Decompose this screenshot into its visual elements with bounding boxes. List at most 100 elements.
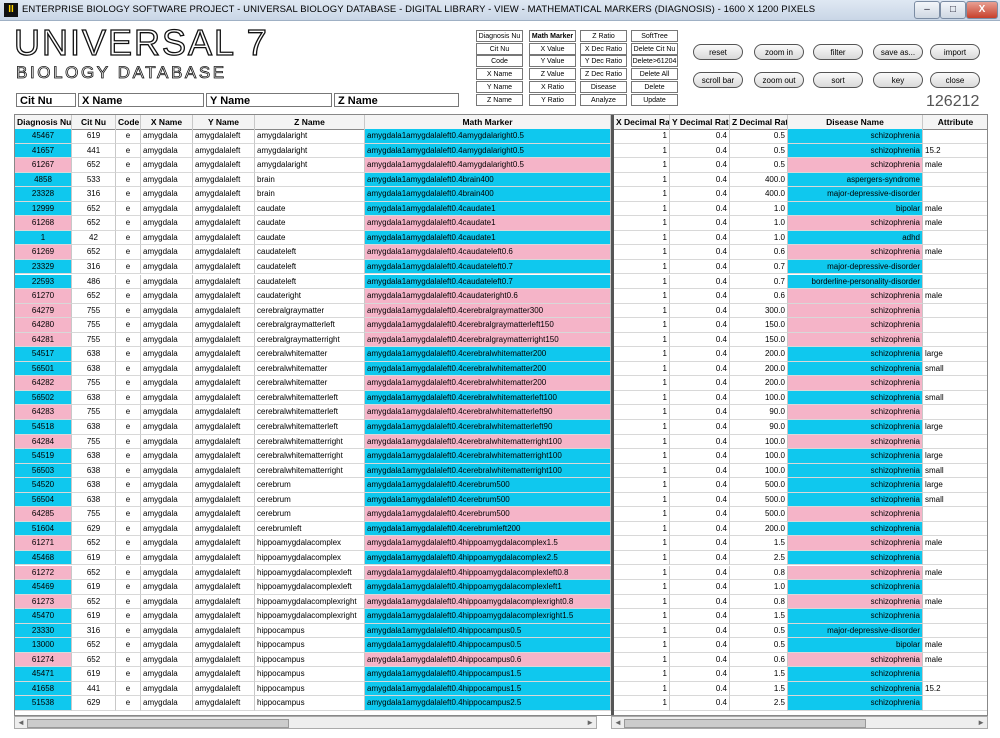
button-y-name[interactable]: Y Name [476,80,523,93]
y-name-cell[interactable]: amygdalaleft [193,230,255,246]
z-name-cell[interactable]: hippocampus [255,681,365,697]
x-decimal-ratio-cell[interactable]: 1 [614,449,670,464]
attribute-cell[interactable]: small [923,391,987,406]
z-name-cell[interactable]: hippocampus [255,652,365,668]
y-name-cell[interactable]: amygdalaleft [193,609,255,624]
z-decimal-ratio-cell[interactable]: 90.0 [730,405,788,420]
table-row[interactable]: 64283 755 e amygdala amygdalaleft cerebralwhi… [15,405,987,420]
table-row[interactable]: 64282 755 e amygdala amygdalaleft cerebralwhi… [15,376,987,391]
disease-name-cell[interactable]: schizophrenia [788,318,923,333]
table-row[interactable]: 64280 755 e amygdala amygdalaleft cerebralgra… [15,318,987,333]
cit-nu-cell[interactable]: 652 [72,536,116,551]
y-name-cell[interactable]: amygdalaleft [193,434,255,450]
code-cell[interactable]: e [116,652,141,668]
table-row[interactable]: 51538 629 e amygdala amygdalaleft hippocampus… [15,696,987,711]
attribute-cell[interactable]: male [923,289,987,304]
diagnosis-nu-cell[interactable]: 12999 [15,201,72,217]
code-cell[interactable]: e [116,172,141,188]
cit-nu-cell[interactable]: 638 [72,478,116,493]
y-decimal-ratio-cell[interactable]: 0.4 [670,580,730,595]
math-marker-cell[interactable]: amygdala1amygdalaleft0.4hippoamygdalacom… [365,550,611,566]
button-cit-nu[interactable]: Cit Nu [476,42,523,55]
cit-nu-cell[interactable]: 652 [72,158,116,173]
y-name-cell[interactable]: amygdalaleft [193,667,255,682]
z-name-cell[interactable]: cerebralwhitematterright [255,434,365,450]
math-marker-cell[interactable]: amygdala1amygdalaleft0.4caudate1 [365,230,611,246]
y-decimal-ratio-cell[interactable]: 0.4 [670,478,730,493]
button-analyze[interactable]: Analyze [580,93,627,106]
table-row[interactable]: 23330 316 e amygdala amygdalaleft hippocampus… [15,623,987,639]
diagnosis-nu-cell[interactable]: 61269 [15,245,72,260]
cit-nu-cell[interactable]: 755 [72,318,116,333]
table-row[interactable]: 41657 441 e amygdala amygdalaleft amygdalarig… [15,143,987,159]
math-marker-cell[interactable]: amygdala1amygdalaleft0.4cerebralgraymatt… [365,332,611,348]
attribute-cell[interactable]: male [923,566,987,580]
x-decimal-ratio-cell[interactable]: 1 [614,492,670,508]
diagnosis-nu-cell[interactable]: 64280 [15,318,72,333]
scroll-left-arrow-icon-2[interactable]: ◄ [614,717,622,728]
code-cell[interactable]: e [116,594,141,610]
y-name-cell[interactable]: amygdalaleft [193,696,255,711]
x-name-cell[interactable]: amygdala [141,259,193,275]
y-decimal-ratio-cell[interactable]: 0.4 [670,405,730,420]
table-row[interactable]: 61267 652 e amygdala amygdalaleft amygdalarig… [15,158,987,173]
y-name-cell[interactable]: amygdalaleft [193,405,255,420]
x-decimal-ratio-cell[interactable]: 1 [614,172,670,188]
diagnosis-nu-cell[interactable]: 45471 [15,667,72,682]
attribute-cell[interactable] [923,435,987,450]
x-name-cell[interactable]: amygdala [141,696,193,711]
header-code[interactable]: Code [116,115,141,130]
disease-name-cell[interactable]: schizophrenia [788,332,923,348]
x-name-cell[interactable]: amygdala [141,521,193,537]
z-name-cell[interactable]: caudateleft [255,245,365,260]
table-row[interactable]: 61274 652 e amygdala amygdalaleft hippocampus… [15,652,987,668]
attribute-cell[interactable] [923,667,987,682]
disease-name-cell[interactable]: major-depressive-disorder [788,623,923,639]
y-decimal-ratio-cell[interactable]: 0.4 [670,129,730,144]
y-decimal-ratio-cell[interactable]: 0.4 [670,507,730,522]
disease-name-cell[interactable]: schizophrenia [788,158,923,173]
cit-nu-cell[interactable]: 652 [72,245,116,260]
disease-name-cell[interactable]: schizophrenia [788,565,923,580]
y-name-cell[interactable]: amygdalaleft [193,463,255,479]
math-marker-cell[interactable]: amygdala1amygdalaleft0.4cerebralwhitemat… [365,390,611,406]
z-decimal-ratio-cell[interactable]: 0.5 [730,129,788,144]
code-cell[interactable]: e [116,230,141,246]
x-decimal-ratio-cell[interactable]: 1 [614,507,670,522]
diagnosis-nu-cell[interactable]: 4858 [15,172,72,188]
diagnosis-nu-cell[interactable]: 64284 [15,434,72,450]
x-decimal-ratio-cell[interactable]: 1 [614,594,670,610]
math-marker-cell[interactable]: amygdala1amygdalaleft0.4cerebrumleft200 [365,521,611,537]
z-decimal-ratio-cell[interactable]: 150.0 [730,332,788,348]
y-name-cell[interactable]: amygdalaleft [193,420,255,435]
z-decimal-ratio-cell[interactable]: 500.0 [730,478,788,493]
attribute-cell[interactable]: male [923,158,987,173]
attribute-cell[interactable]: male [923,595,987,610]
diagnosis-nu-cell[interactable]: 41657 [15,143,72,159]
cit-nu-cell[interactable]: 652 [72,652,116,668]
table-row[interactable]: 12999 652 e amygdala amygdalaleft caudate amyg… [15,201,987,217]
x-name-cell[interactable]: amygdala [141,187,193,202]
z-name-cell[interactable]: cerebralwhitematterleft [255,405,365,420]
table-row[interactable]: 64284 755 e amygdala amygdalaleft cerebralwhi… [15,434,987,450]
y-decimal-ratio-cell[interactable]: 0.4 [670,492,730,508]
code-cell[interactable]: e [116,492,141,508]
math-marker-cell[interactable]: amygdala1amygdalaleft0.4cerebrum500 [365,478,611,493]
disease-name-cell[interactable]: major-depressive-disorder [788,187,923,202]
z-decimal-ratio-cell[interactable]: 0.5 [730,623,788,639]
z-decimal-ratio-cell[interactable]: 200.0 [730,347,788,362]
code-cell[interactable]: e [116,143,141,159]
cit-nu-cell[interactable]: 42 [72,230,116,246]
code-cell[interactable]: e [116,638,141,653]
z-decimal-ratio-cell[interactable]: 0.8 [730,594,788,610]
y-name-cell[interactable]: amygdalaleft [193,129,255,144]
table-row[interactable]: 61269 652 e amygdala amygdalaleft caudateleft… [15,245,987,260]
x-decimal-ratio-cell[interactable]: 1 [614,274,670,289]
disease-name-cell[interactable]: schizophrenia [788,550,923,566]
math-marker-cell[interactable]: amygdala1amygdalaleft0.4cerebrum500 [365,492,611,508]
z-decimal-ratio-cell[interactable]: 500.0 [730,492,788,508]
diagnosis-nu-cell[interactable]: 54517 [15,347,72,362]
z-decimal-ratio-cell[interactable]: 1.0 [730,580,788,595]
diagnosis-nu-cell[interactable]: 41658 [15,681,72,697]
table-row[interactable]: 51604 629 e amygdala amygdalaleft cerebrumlef… [15,521,987,537]
